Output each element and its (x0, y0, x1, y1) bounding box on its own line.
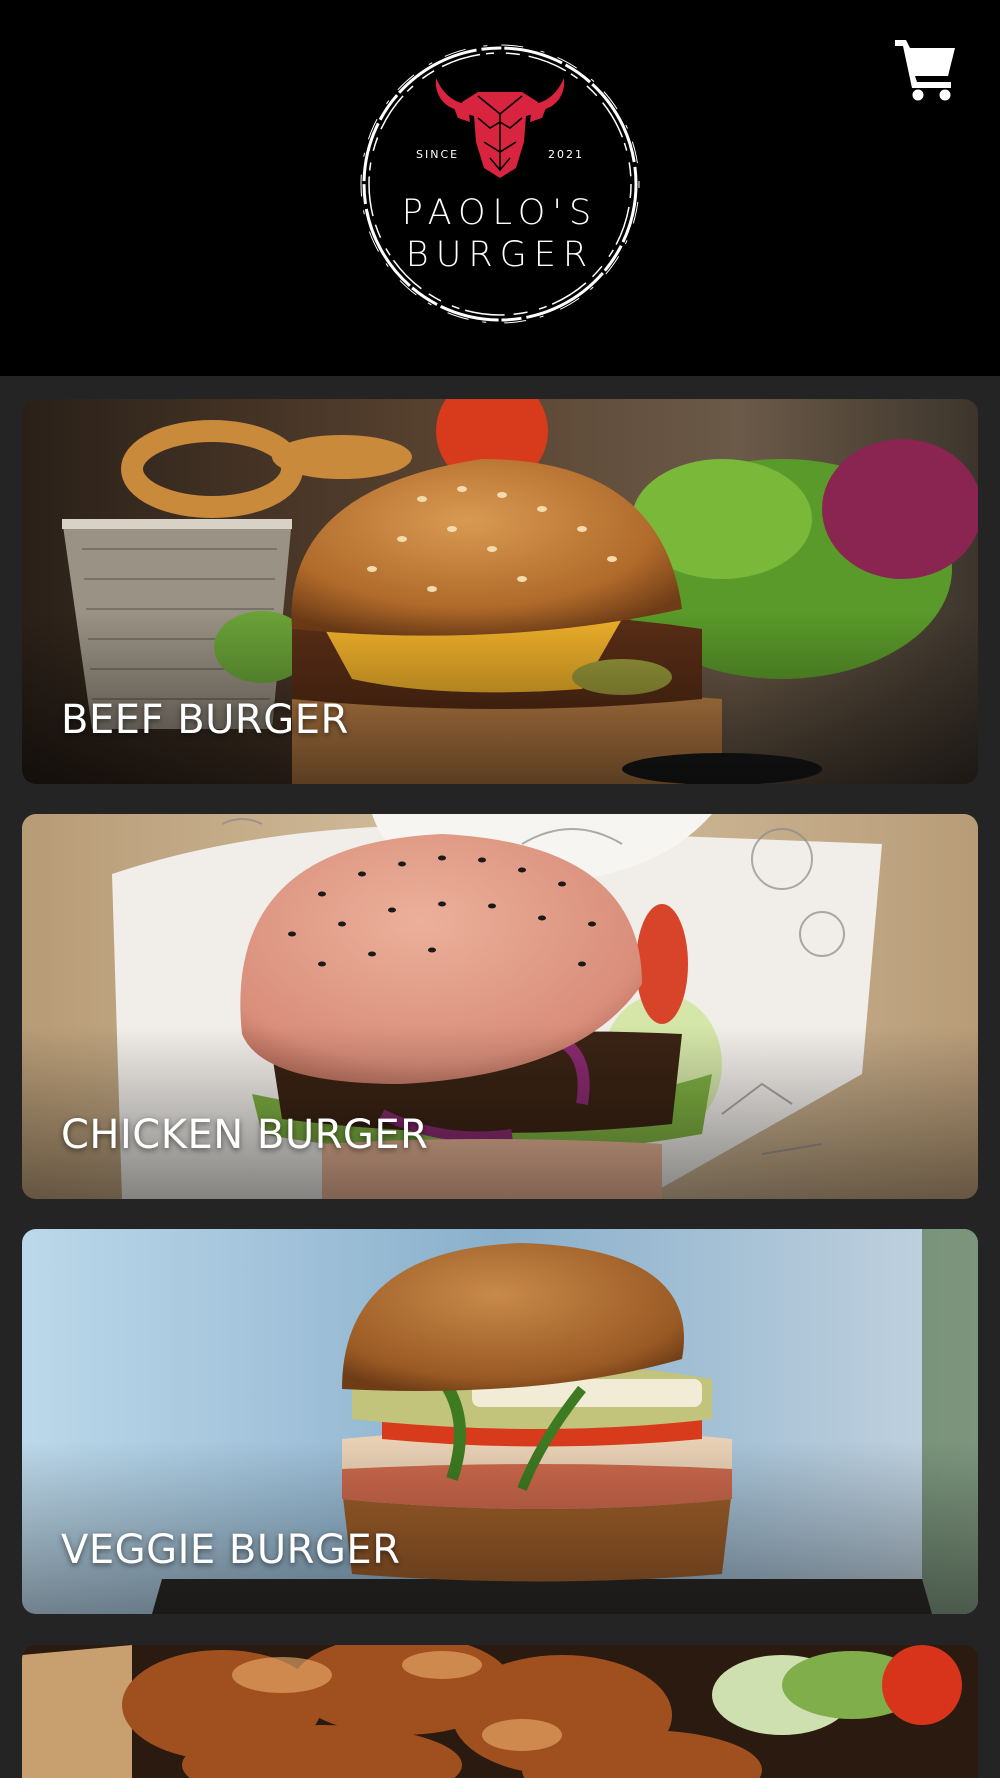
brand-logo[interactable]: SINCE 2021 PAOLO'S BURGER (358, 42, 642, 326)
logo-brand-line1: PAOLO'S (401, 193, 599, 233)
category-card-chicken-wings[interactable] (22, 1645, 978, 1778)
logo-year-text: 2021 (548, 148, 584, 161)
category-card-chicken-burger[interactable]: CHICKEN BURGER (22, 814, 978, 1199)
logo-brand-line2: BURGER (405, 235, 595, 275)
category-label: BEEF BURGER (61, 697, 349, 743)
logo-badge (360, 44, 640, 324)
shopping-cart-icon (895, 40, 955, 101)
chicken-wings-image (22, 1645, 978, 1778)
category-label: VEGGIE BURGER (61, 1527, 401, 1573)
logo-since-text: SINCE (416, 148, 460, 161)
category-card-beef-burger[interactable]: BEEF BURGER (22, 399, 978, 784)
header: SINCE 2021 PAOLO'S BURGER (0, 0, 1000, 376)
cart-button[interactable] (893, 36, 959, 102)
app-root: SINCE 2021 PAOLO'S BURGER BEEF BURGER CH… (0, 0, 1000, 1778)
category-card-veggie-burger[interactable]: VEGGIE BURGER (22, 1229, 978, 1614)
category-label: CHICKEN BURGER (61, 1112, 429, 1158)
